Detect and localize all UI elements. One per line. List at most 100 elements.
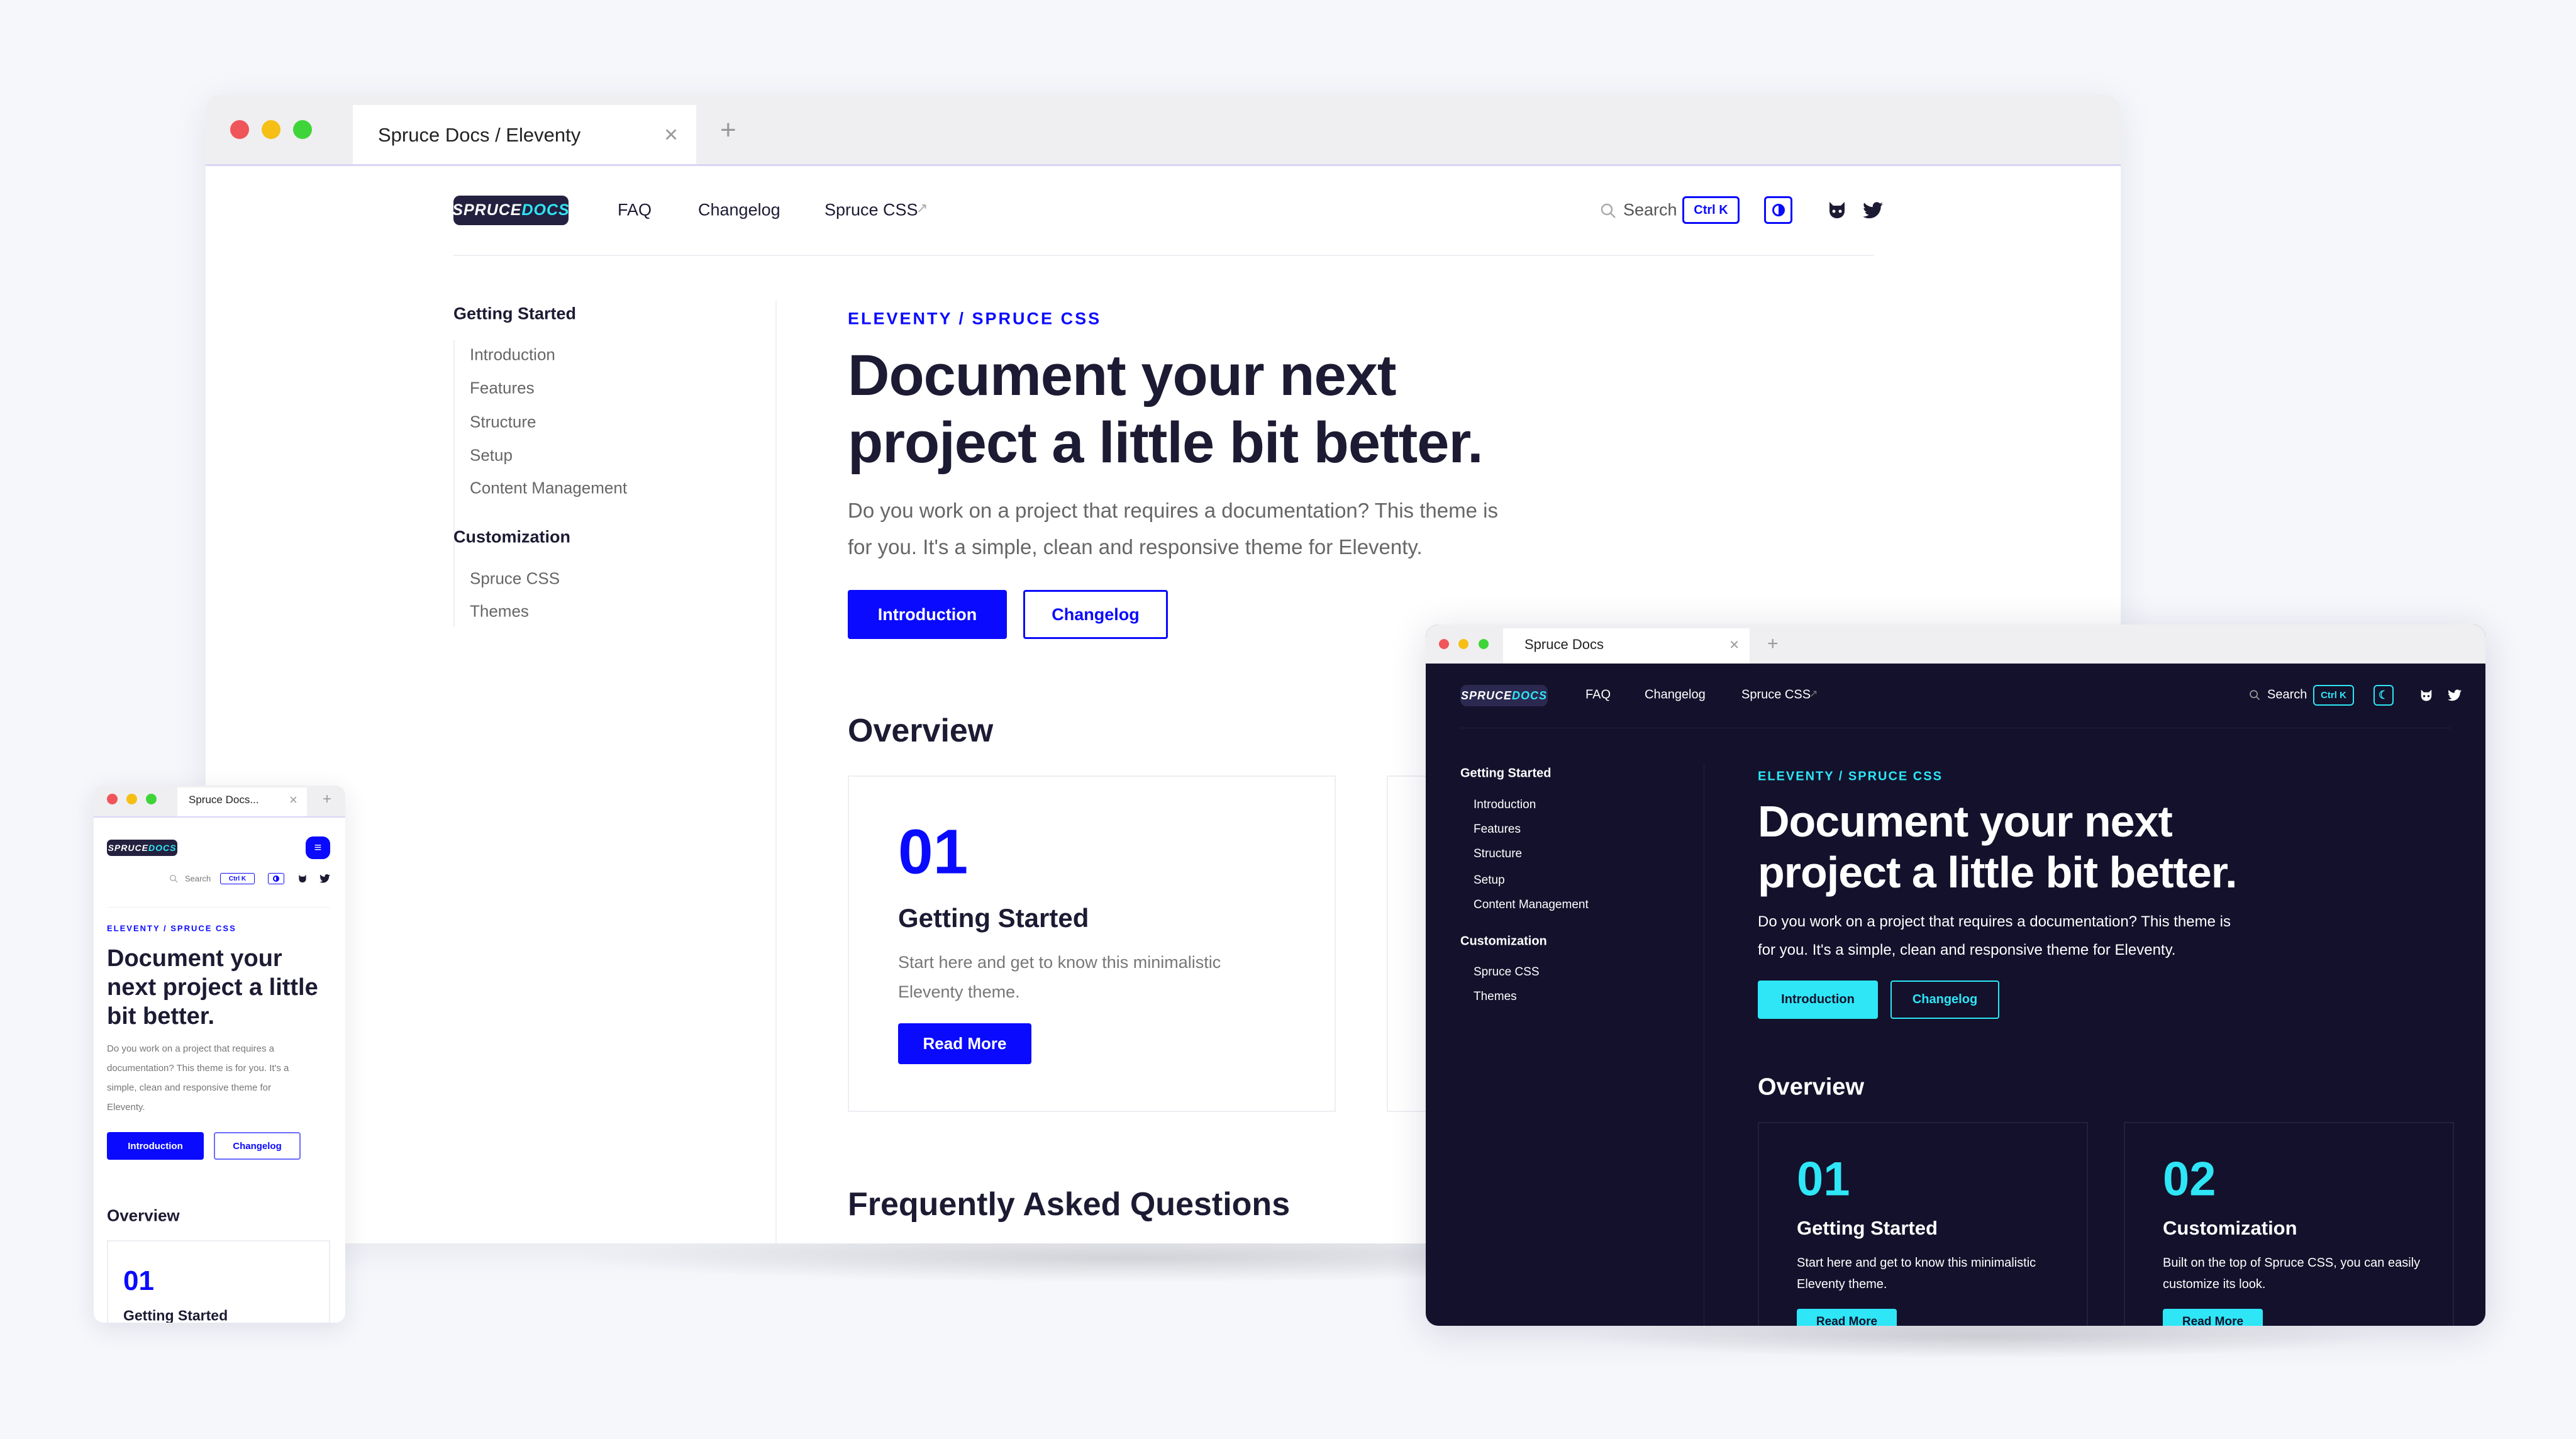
sidebar-item-features[interactable]: Features <box>470 379 535 398</box>
close-window-button[interactable] <box>107 794 118 804</box>
sidebar-group-line <box>453 340 455 595</box>
header-divider <box>107 907 330 908</box>
read-more-button[interactable]: Read More <box>2163 1309 2263 1326</box>
contrast-icon <box>273 875 279 882</box>
minimize-window-button[interactable] <box>262 120 280 139</box>
minimize-window-button[interactable] <box>126 794 137 804</box>
sidebar-item-themes[interactable]: Themes <box>1474 990 1517 1004</box>
theme-toggle-button[interactable] <box>268 873 284 884</box>
logo[interactable]: SPRUCE DOCS <box>107 840 177 856</box>
minimize-window-button[interactable] <box>1458 639 1468 649</box>
eyebrow: ELEVENTY / SPRUCE CSS <box>1758 769 1943 784</box>
changelog-button[interactable]: Changelog <box>1023 590 1168 639</box>
card-number: 02 <box>2163 1152 2216 1206</box>
github-icon[interactable] <box>2419 689 2433 702</box>
browser-tab[interactable]: Spruce Docs × <box>1503 628 1750 664</box>
search-button[interactable]: Search <box>2267 688 2307 703</box>
nav-changelog[interactable]: Changelog <box>1645 688 1706 703</box>
card-number: 01 <box>123 1265 154 1296</box>
overview-card: 02 Customization Built on the top of Spr… <box>2124 1122 2454 1326</box>
twitter-icon[interactable] <box>2448 689 2462 701</box>
card-title: Getting Started <box>1797 1217 1938 1239</box>
logo[interactable]: SPRUCE DOCS <box>452 196 569 225</box>
eyebrow: ELEVENTY / SPRUCE CSS <box>107 923 236 933</box>
moon-icon: ☾ <box>2378 689 2389 701</box>
github-icon[interactable] <box>1827 201 1847 219</box>
read-more-button[interactable]: Read More <box>1797 1309 1897 1326</box>
new-tab-icon[interactable]: + <box>720 114 736 146</box>
tab-title: Spruce Docs <box>1524 636 1604 652</box>
introduction-button[interactable]: Introduction <box>848 590 1007 639</box>
search-icon[interactable] <box>169 874 178 883</box>
sidebar-item-structure[interactable]: Structure <box>1474 847 1522 861</box>
nav-faq[interactable]: FAQ <box>1585 688 1611 703</box>
logo[interactable]: SPRUCE DOCS <box>1460 685 1548 706</box>
close-tab-icon[interactable]: × <box>289 792 297 808</box>
maximize-window-button[interactable] <box>293 120 312 139</box>
page-title: Document your next project a little bit be… <box>107 945 318 1030</box>
sidebar-item-structure[interactable]: Structure <box>470 413 536 432</box>
eyebrow: ELEVENTY / SPRUCE CSS <box>848 309 1102 328</box>
title-bar: Spruce Docs × + <box>1426 625 2485 664</box>
card-number: 01 <box>898 816 969 887</box>
nav-faq[interactable]: FAQ <box>618 201 652 220</box>
sidebar-item-content-management[interactable]: Content Management <box>1474 898 1589 912</box>
search-shortcut-badge: Ctrl K <box>1682 196 1740 224</box>
browser-tab[interactable]: Spruce Docs / Eleventy × <box>353 105 696 164</box>
card-description: Start here and get to know this minimali… <box>898 953 1221 1001</box>
intro-text: Do you work on a project that requires a… <box>1758 913 2231 958</box>
new-tab-icon[interactable]: + <box>323 791 331 808</box>
close-window-button[interactable] <box>230 120 249 139</box>
close-tab-icon[interactable]: × <box>1729 635 1739 655</box>
external-link-icon: ↗ <box>1809 689 1818 699</box>
github-icon[interactable] <box>297 874 308 883</box>
maximize-window-button[interactable] <box>146 794 157 804</box>
overview-heading: Overview <box>848 713 994 749</box>
sidebar-item-spruce-css[interactable]: Spruce CSS <box>1474 965 1540 979</box>
introduction-button[interactable]: Introduction <box>107 1132 204 1160</box>
twitter-icon[interactable] <box>1863 202 1883 219</box>
card-description: Start here and get to know this minimali… <box>1797 1256 2036 1291</box>
card-title: Getting Started <box>123 1307 228 1323</box>
sidebar-group-line <box>453 564 455 626</box>
sidebar-section-getting-started: Getting Started <box>453 304 577 323</box>
sidebar-item-setup[interactable]: Setup <box>470 446 513 465</box>
search-button[interactable]: Search <box>185 874 211 884</box>
nav-spruce-css[interactable]: Spruce CSS <box>1741 688 1811 703</box>
maximize-window-button[interactable] <box>1479 639 1489 649</box>
read-more-button[interactable]: Read More <box>898 1023 1031 1064</box>
nav-spruce-css[interactable]: Spruce CSS <box>824 201 918 220</box>
page-title: Document your next project a little bit b… <box>1758 797 2238 897</box>
search-shortcut-badge: Ctrl K <box>2313 685 2354 706</box>
browser-window-dark: Spruce Docs × + SPRUCE DOCS FAQ Changelog… <box>1426 625 2485 1326</box>
sidebar-item-content-management[interactable]: Content Management <box>470 479 627 498</box>
nav-changelog[interactable]: Changelog <box>698 201 780 220</box>
new-tab-icon[interactable]: + <box>1767 633 1779 655</box>
menu-button[interactable]: ≡ <box>306 836 330 859</box>
browser-tab[interactable]: Spruce Docs... × <box>177 787 307 816</box>
sidebar-item-introduction[interactable]: Introduction <box>1474 798 1536 812</box>
search-icon[interactable] <box>1600 203 1616 219</box>
close-window-button[interactable] <box>1439 639 1449 649</box>
intro-text: Do you work on a project that requires a… <box>107 1043 289 1113</box>
changelog-button[interactable]: Changelog <box>1890 981 1999 1019</box>
sidebar-item-introduction[interactable]: Introduction <box>470 345 555 365</box>
sidebar-item-features[interactable]: Features <box>1474 823 1521 836</box>
sidebar-item-setup[interactable]: Setup <box>1474 874 1505 887</box>
browser-window-mobile: Spruce Docs... × + SPRUCE DOCS ≡ Search C… <box>94 786 345 1323</box>
changelog-button[interactable]: Changelog <box>214 1132 301 1160</box>
title-bar: Spruce Docs / Eleventy × + <box>206 95 2121 166</box>
theme-toggle-button[interactable]: ☾ <box>2373 685 2394 706</box>
overview-card: 01 Getting Started Start here and get to… <box>1758 1122 2088 1326</box>
search-shortcut-badge: Ctrl K <box>220 873 255 884</box>
sidebar-item-spruce-css[interactable]: Spruce CSS <box>470 569 560 589</box>
intro-text: Do you work on a project that requires a… <box>848 499 1498 558</box>
theme-toggle-button[interactable] <box>1764 196 1792 224</box>
sidebar-item-themes[interactable]: Themes <box>470 602 529 621</box>
twitter-icon[interactable] <box>319 874 330 883</box>
search-icon[interactable] <box>2249 689 2260 701</box>
introduction-button[interactable]: Introduction <box>1758 981 1878 1019</box>
search-button[interactable]: Search <box>1623 201 1677 220</box>
close-tab-icon[interactable]: × <box>664 122 678 149</box>
overview-card: 01 Getting Started Start here and get to… <box>848 775 1336 1112</box>
